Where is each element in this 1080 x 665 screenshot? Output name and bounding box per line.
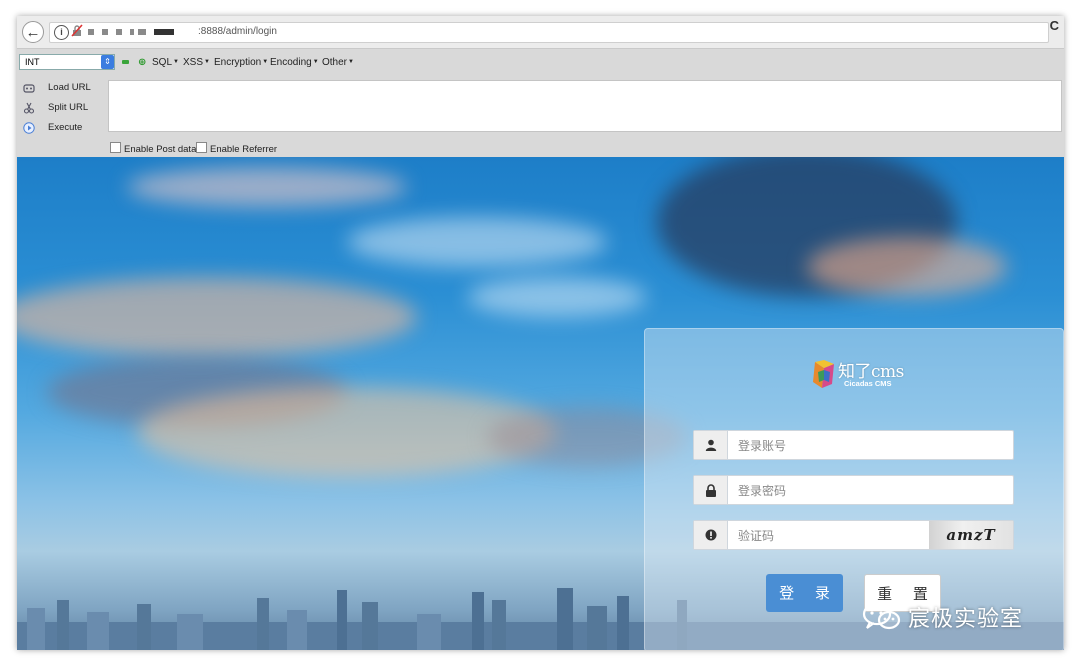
cloud bbox=[347, 217, 607, 267]
cloud bbox=[807, 237, 1007, 297]
hackbar-toolbar: INT ⇕ ⊕ SQL▼ XSS▼ Encryption▼ Encoding▼ … bbox=[17, 49, 1064, 77]
menu-other[interactable]: Other▼ bbox=[322, 57, 354, 68]
load-url-icon bbox=[23, 82, 35, 94]
login-page: 知了cms Cicadas CMS 登录账号 验证码 amzT 登 录 重 置 bbox=[17, 157, 1064, 650]
caret-down-icon: ▼ bbox=[312, 59, 319, 66]
logo-subtitle: Cicadas CMS bbox=[844, 379, 892, 388]
caret-down-icon: ▼ bbox=[173, 59, 179, 66]
captcha-input[interactable] bbox=[727, 521, 930, 551]
captcha-field[interactable]: amzT bbox=[693, 520, 1014, 551]
cloud bbox=[127, 167, 407, 207]
menu-other-label: Other bbox=[322, 57, 348, 68]
enable-referrer-checkbox[interactable]: Enable Referrer bbox=[196, 142, 277, 155]
menu-xss[interactable]: XSS▼ bbox=[183, 57, 210, 68]
address-bar: ← i :8888/admin/login C bbox=[17, 16, 1064, 49]
checkbox-box bbox=[196, 142, 207, 153]
increase-icon[interactable]: ⊕ bbox=[138, 57, 146, 68]
enable-post-checkbox[interactable]: Enable Post data bbox=[110, 142, 196, 155]
back-arrow-icon: ← bbox=[25, 23, 41, 41]
caret-down-icon: ▼ bbox=[262, 59, 269, 66]
load-url-label: Load URL bbox=[48, 82, 91, 93]
url-redacted-host bbox=[88, 29, 182, 35]
scissors-icon bbox=[23, 102, 35, 114]
cms-logo: 知了cms Cicadas CMS bbox=[810, 357, 920, 393]
cloud bbox=[17, 277, 417, 357]
username-field[interactable] bbox=[693, 430, 1014, 461]
captcha-image[interactable]: amzT bbox=[929, 521, 1013, 549]
play-icon bbox=[23, 122, 35, 134]
type-select-value: INT bbox=[25, 57, 40, 67]
select-arrow-icon: ⇕ bbox=[101, 55, 114, 69]
reload-button[interactable]: C bbox=[1050, 18, 1059, 33]
cicada-logo-icon bbox=[813, 360, 834, 388]
caret-down-icon: ▼ bbox=[348, 59, 354, 66]
menu-xss-label: XSS bbox=[183, 57, 204, 68]
login-button[interactable]: 登 录 bbox=[766, 574, 843, 612]
menu-encryption-label: Encryption bbox=[214, 57, 262, 68]
url-text: :8888/admin/login bbox=[198, 26, 277, 37]
enable-post-label: Enable Post data bbox=[124, 144, 197, 155]
user-icon bbox=[694, 431, 728, 459]
decrease-icon[interactable] bbox=[122, 60, 129, 64]
captcha-text: amzT bbox=[946, 526, 996, 544]
wechat-icon bbox=[862, 602, 901, 630]
back-button[interactable]: ← bbox=[22, 21, 44, 43]
split-url-label: Split URL bbox=[48, 102, 89, 113]
insecure-lock-icon bbox=[71, 24, 83, 40]
info-icon[interactable]: i bbox=[54, 25, 69, 40]
type-select[interactable]: INT ⇕ bbox=[19, 54, 115, 70]
execute-label: Execute bbox=[48, 122, 83, 133]
menu-encryption[interactable]: Encryption▼ bbox=[214, 57, 268, 68]
caret-down-icon: ▼ bbox=[204, 59, 210, 66]
username-input[interactable] bbox=[727, 431, 1010, 461]
password-input[interactable] bbox=[727, 476, 1010, 506]
menu-sql-label: SQL bbox=[152, 57, 173, 68]
menu-sql[interactable]: SQL▼ bbox=[152, 57, 179, 68]
hackbar-panel: Load URL Split URL Execute Enable Post d… bbox=[17, 77, 1064, 157]
watermark-text: 宸极实验室 bbox=[908, 607, 1024, 632]
enable-referrer-label: Enable Referrer bbox=[210, 144, 278, 155]
url-textarea[interactable] bbox=[108, 80, 1062, 132]
cloud bbox=[467, 277, 647, 317]
lock-icon bbox=[694, 476, 728, 504]
captcha-info-icon bbox=[694, 521, 728, 549]
url-field[interactable]: i :8888/admin/login bbox=[49, 22, 1049, 43]
checkbox-box bbox=[110, 142, 121, 153]
menu-encoding-label: Encoding bbox=[270, 57, 312, 68]
browser-window: ← i :8888/admin/login C INT ⇕ ⊕ SQL▼ XSS… bbox=[17, 16, 1064, 650]
menu-encoding[interactable]: Encoding▼ bbox=[270, 57, 319, 68]
reload-icon: C bbox=[1049, 18, 1059, 33]
password-field[interactable] bbox=[693, 475, 1014, 506]
